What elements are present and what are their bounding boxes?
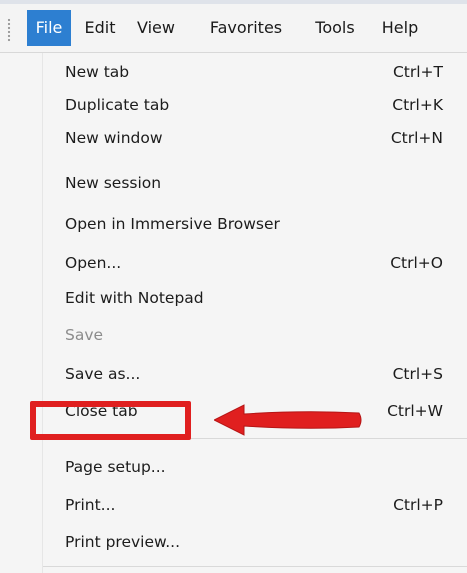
menu-file[interactable]: File <box>27 10 71 46</box>
menu-item-shortcut: Ctrl+O <box>390 254 443 272</box>
menubar-grip-icon[interactable] <box>7 18 11 42</box>
menu-item-print-preview[interactable]: Print preview... <box>43 526 461 559</box>
menu-item-print[interactable]: Print... Ctrl+P <box>43 489 461 522</box>
menu-item-edit-with-notepad[interactable]: Edit with Notepad <box>43 282 461 315</box>
menu-item-open-immersive[interactable]: Open in Immersive Browser <box>43 208 461 241</box>
menu-edit[interactable]: Edit <box>78 10 122 46</box>
menu-item-label: Print preview... <box>65 533 181 551</box>
menu-item-open[interactable]: Open... Ctrl+O <box>43 247 461 280</box>
menu-item-shortcut: Ctrl+T <box>392 63 443 81</box>
annotation-highlight-box <box>30 401 191 440</box>
menu-item-duplicate-tab[interactable]: Duplicate tab Ctrl+K <box>43 89 461 122</box>
menu-item-shortcut: Ctrl+N <box>390 129 443 147</box>
menu-item-label: Save <box>65 326 104 344</box>
menu-item-label: New tab <box>65 63 130 81</box>
menu-item-save-as[interactable]: Save as... Ctrl+S <box>43 358 461 391</box>
menu-icon-gutter <box>0 53 43 573</box>
menu-separator <box>43 566 467 567</box>
menu-item-new-tab[interactable]: New tab Ctrl+T <box>43 56 461 89</box>
menu-item-label: New window <box>65 129 163 147</box>
menu-help[interactable]: Help <box>374 10 426 46</box>
menu-item-shortcut: Ctrl+K <box>392 96 443 114</box>
menu-item-page-setup[interactable]: Page setup... <box>43 451 461 484</box>
menu-item-label: Duplicate tab <box>65 96 170 114</box>
menu-item-label: Edit with Notepad <box>65 289 204 307</box>
menu-item-save: Save <box>43 319 461 352</box>
menu-item-new-session[interactable]: New session <box>43 167 461 200</box>
menu-item-shortcut: Ctrl+S <box>392 365 443 383</box>
annotation-arrow-icon <box>214 404 362 436</box>
menu-favorites[interactable]: Favorites <box>196 10 296 46</box>
menu-item-label: Page setup... <box>65 458 166 476</box>
menu-item-shortcut: Ctrl+W <box>387 402 443 420</box>
menu-item-new-window[interactable]: New window Ctrl+N <box>43 122 461 155</box>
menu-item-label: New session <box>65 174 162 192</box>
menu-tools[interactable]: Tools <box>304 10 366 46</box>
menu-view[interactable]: View <box>130 10 182 46</box>
menu-bar: File Edit View Favorites Tools Help <box>0 4 467 53</box>
menu-item-label: Open... <box>65 254 122 272</box>
menu-item-label: Save as... <box>65 365 141 383</box>
screenshot-root: File Edit View Favorites Tools Help New … <box>0 0 467 573</box>
file-dropdown-menu: New tab Ctrl+T Duplicate tab Ctrl+K New … <box>0 53 467 573</box>
menu-item-shortcut: Ctrl+P <box>393 496 443 514</box>
menu-item-label: Print... <box>65 496 116 514</box>
menu-item-label: Open in Immersive Browser <box>65 215 280 233</box>
